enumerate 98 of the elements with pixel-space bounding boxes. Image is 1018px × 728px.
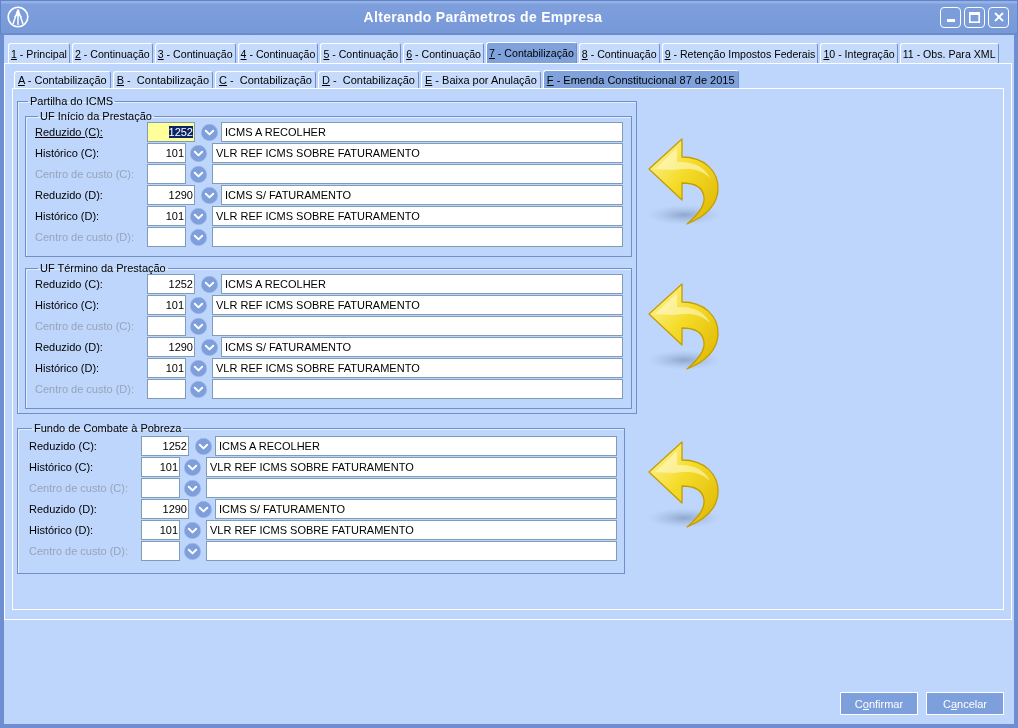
field-label: Centro de custo (C): [29,482,130,494]
chevron-down-icon[interactable] [190,296,207,314]
code-field[interactable]: 101 [147,206,186,226]
chevron-down-icon[interactable] [201,338,218,356]
tab[interactable]: 4 - Continuação [237,43,319,63]
close-button[interactable] [988,6,1009,28]
code-field[interactable]: 101 [147,358,186,378]
description-field[interactable]: VLR REF ICMS SOBRE FATURAMENTO [212,358,623,378]
description-field[interactable]: VLR REF ICMS SOBRE FATURAMENTO [206,520,617,540]
description-field[interactable] [212,164,623,184]
description-field[interactable]: VLR REF ICMS SOBRE FATURAMENTO [212,143,623,163]
code-field[interactable]: 1290 [141,499,189,519]
curved-arrow-icon[interactable] [646,136,722,226]
chevron-down-icon[interactable] [190,317,207,335]
field-label: Histórico (C): [29,461,95,473]
chevron-down-icon[interactable] [195,500,212,518]
code-field[interactable]: 1252 [147,274,195,294]
code-field[interactable]: 1252 [147,122,195,142]
description-field[interactable]: ICMS S/ FATURAMENTO [221,185,623,205]
chevron-down-icon[interactable] [184,542,201,560]
chevron-down-icon[interactable] [190,359,207,377]
description-field[interactable]: ICMS S/ FATURAMENTO [221,337,623,357]
tab[interactable]: E - Baixa por Anulação [420,71,541,88]
chevron-down-icon[interactable] [201,186,218,204]
tab[interactable]: 3 - Continuação [154,43,236,63]
description-field[interactable]: VLR REF ICMS SOBRE FATURAMENTO [206,457,617,477]
chevron-down-icon[interactable] [184,479,201,497]
chevron-down-icon[interactable] [190,144,207,162]
field-label: Reduzido (D): [35,189,104,201]
description-field[interactable]: VLR REF ICMS SOBRE FATURAMENTO [212,295,623,315]
chevron-down-icon[interactable] [190,207,207,225]
code-field[interactable]: 101 [141,520,180,540]
code-field[interactable]: 1290 [147,185,195,205]
description-field[interactable]: ICMS A RECOLHER [215,436,617,456]
tab[interactable]: 5 - Continuação [320,43,402,63]
tab[interactable]: 11 - Obs. Para XML [899,43,999,63]
description-field[interactable] [206,478,617,498]
chevron-down-icon[interactable] [184,521,201,539]
group-title: Fundo de Combate à Pobreza [33,422,183,434]
field-label: Centro de custo (C): [35,320,136,332]
field-label: Centro de custo (D): [29,545,130,557]
description-field[interactable] [206,541,617,561]
code-field[interactable]: 1252 [141,436,189,456]
maximize-icon [969,11,980,23]
code-field[interactable]: 101 [147,143,186,163]
tab[interactable]: 1 - Principal [8,43,70,63]
field-label: Reduzido (C): [35,126,104,138]
close-icon [993,12,1004,22]
chevron-down-icon[interactable] [184,458,201,476]
description-field[interactable] [212,316,623,336]
chevron-down-icon[interactable] [190,228,207,246]
group-title: UF Término da Prestação [39,262,167,274]
minimize-icon [946,19,955,22]
field-label: Reduzido (D): [35,341,104,353]
minimize-button[interactable] [940,6,961,28]
field-label: Centro de custo (D): [35,231,136,243]
tab[interactable]: 6 - Continuação [403,43,484,63]
code-field[interactable]: 101 [141,457,180,477]
code-field[interactable]: 1290 [147,337,195,357]
description-field[interactable]: VLR REF ICMS SOBRE FATURAMENTO [212,206,623,226]
window-title: Alterando Parâmetros de Empresa [362,9,604,25]
chevron-down-icon[interactable] [190,165,207,183]
field-label: Histórico (D): [29,524,95,536]
field-label: Reduzido (C): [35,278,104,290]
chevron-down-icon[interactable] [201,275,218,293]
description-field[interactable] [212,379,623,399]
field-label: Reduzido (D): [29,503,98,515]
curved-arrow-icon[interactable] [646,281,722,371]
chevron-down-icon[interactable] [195,437,212,455]
field-label: Histórico (C): [35,299,101,311]
tab[interactable]: B - Contabilização [112,71,213,88]
code-field[interactable]: 101 [147,295,186,315]
curved-arrow-icon[interactable] [646,439,722,529]
description-field[interactable]: ICMS A RECOLHER [221,122,623,142]
tab[interactable]: 2 - Continuação [71,43,153,63]
tab[interactable]: 7 - Contabilização [486,42,577,63]
maximize-button[interactable] [964,6,985,28]
group-title: Partilha do ICMS [29,95,115,107]
tab[interactable]: D - Contabilização [317,71,419,88]
logo-icon [7,6,29,28]
tab[interactable]: 8 - Continuação [578,43,660,63]
field-label: Centro de custo (D): [35,383,136,395]
tab[interactable]: 9 - Retenção Impostos Federais [661,43,819,63]
field-label: Histórico (C): [35,147,101,159]
description-field[interactable]: ICMS A RECOLHER [221,274,623,294]
group-title: UF Início da Prestação [39,110,153,122]
field-label: Histórico (D): [35,362,101,374]
field-label: Centro de custo (C): [35,168,136,180]
field-label: Histórico (D): [35,210,101,222]
chevron-down-icon[interactable] [190,380,207,398]
tab[interactable]: F - Emenda Constitucional 87 de 2015 [542,70,739,88]
tab[interactable]: C - Contabilização [215,71,316,88]
chevron-down-icon[interactable] [201,123,218,141]
field-label: Reduzido (C): [29,440,98,452]
description-field[interactable] [212,227,623,247]
tab[interactable]: 10 - Integração [820,43,898,63]
tab[interactable]: A - Contabilização [14,71,111,88]
description-field[interactable]: ICMS S/ FATURAMENTO [215,499,617,519]
